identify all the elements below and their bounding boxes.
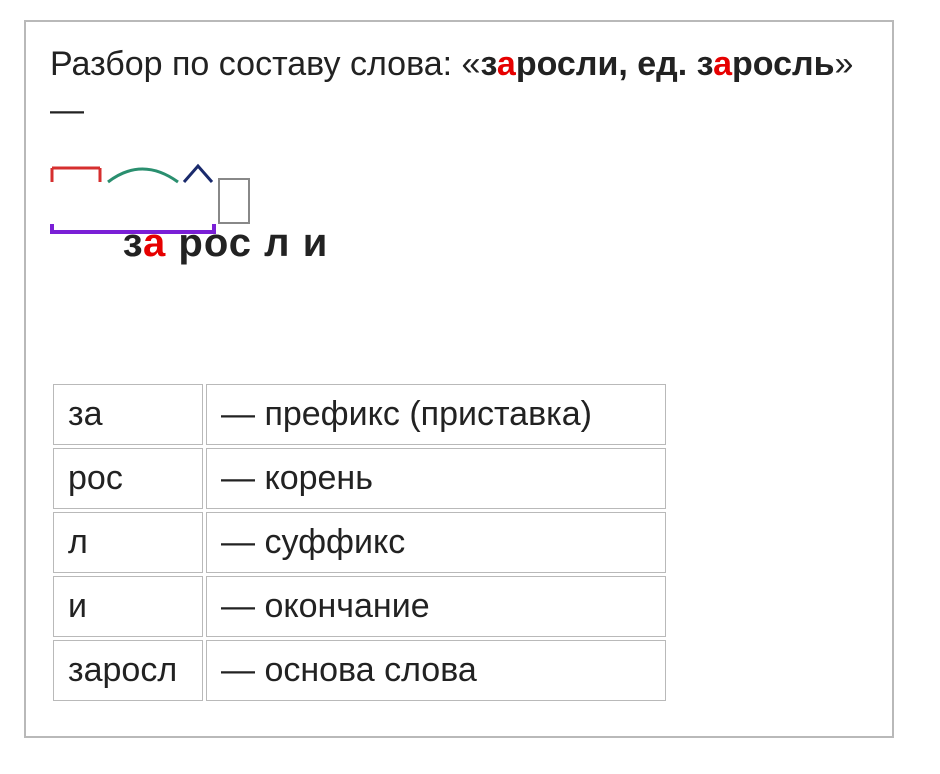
root-part: рос bbox=[178, 221, 252, 265]
word2-pre: з bbox=[697, 45, 713, 83]
part-cell: за bbox=[53, 384, 203, 445]
part-cell: рос bbox=[53, 448, 203, 509]
desc-cell: — суффикс bbox=[206, 512, 666, 573]
ending-box-icon bbox=[218, 178, 250, 224]
table-row: рос — корень bbox=[53, 448, 666, 509]
table-row: и — окончание bbox=[53, 576, 666, 637]
morpheme-diagram: за рос л и bbox=[50, 162, 328, 321]
title: Разбор по составу слова: «заросли, ед. з… bbox=[50, 42, 868, 134]
table-row: л — суффикс bbox=[53, 512, 666, 573]
desc-cell: — окончание bbox=[206, 576, 666, 637]
word1-stress: а bbox=[497, 45, 516, 83]
suffix-part: л bbox=[264, 221, 290, 265]
prefix-part-a: з bbox=[123, 221, 143, 265]
title-lead: Разбор по составу слова: « bbox=[50, 45, 480, 83]
table-row: заросл — основа слова bbox=[53, 640, 666, 701]
part-cell: л bbox=[53, 512, 203, 573]
morpheme-table: за — префикс (приставка) рос — корень л … bbox=[50, 381, 669, 704]
desc-cell: — основа слова bbox=[206, 640, 666, 701]
table-row: за — префикс (приставка) bbox=[53, 384, 666, 445]
word2-post: росль bbox=[732, 45, 835, 83]
desc-cell: — корень bbox=[206, 448, 666, 509]
part-cell: и bbox=[53, 576, 203, 637]
ending-part: и bbox=[303, 221, 329, 265]
word1-post: росли, ед. bbox=[516, 45, 697, 83]
part-cell: заросл bbox=[53, 640, 203, 701]
desc-cell: — префикс (приставка) bbox=[206, 384, 666, 445]
word2-stress: а bbox=[713, 45, 732, 83]
content-panel: Разбор по составу слова: «заросли, ед. з… bbox=[24, 20, 894, 738]
prefix-part-b: а bbox=[143, 221, 166, 265]
word1-pre: з bbox=[480, 45, 496, 83]
